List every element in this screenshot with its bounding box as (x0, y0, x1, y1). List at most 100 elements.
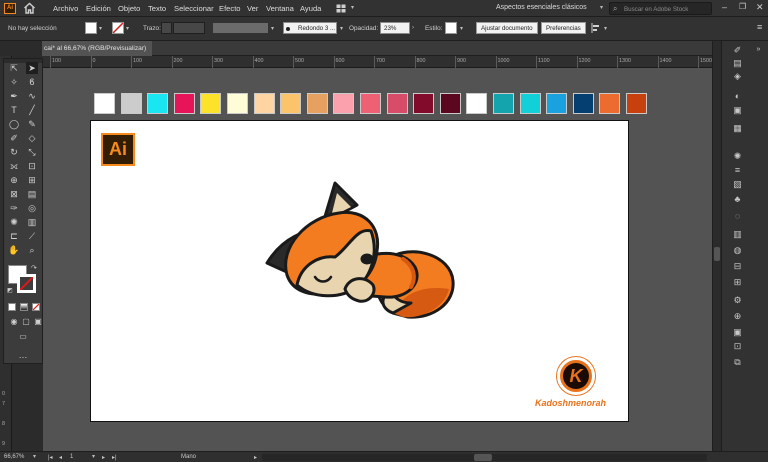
app-logo[interactable]: Ai (4, 3, 16, 14)
stroke-weight-stepper[interactable] (161, 22, 172, 34)
scale-tool-icon[interactable]: ⤡ (26, 146, 38, 158)
hand-tool-icon[interactable]: ✋ (8, 244, 20, 256)
line-tool-icon[interactable]: ╱ (26, 104, 38, 116)
draw-inside-icon[interactable]: ▣ (32, 316, 44, 328)
profile-chevron-icon[interactable]: ▾ (271, 25, 274, 32)
stroke-weight-field[interactable] (173, 22, 205, 34)
preferences-button[interactable]: Preferencias (541, 22, 586, 34)
color-swatch[interactable] (147, 93, 169, 114)
variable-width-profile[interactable] (213, 23, 268, 33)
menu-ayuda[interactable]: Ayuda (300, 4, 321, 13)
gradient-mode-button[interactable] (20, 303, 28, 311)
libraries-panel-icon[interactable]: ▤ (731, 58, 744, 69)
color-swatch[interactable] (94, 93, 115, 114)
arrange-documents-icon[interactable] (336, 4, 346, 13)
menu-texto[interactable]: Texto (148, 4, 166, 13)
workspace-switcher[interactable]: Aspectos esenciales clásicos (496, 4, 587, 11)
menu-efecto[interactable]: Efecto (219, 4, 241, 13)
zoom-level[interactable]: 66,67% (4, 454, 24, 460)
color-swatch[interactable] (439, 93, 461, 114)
align-chevron-icon[interactable]: ▾ (604, 25, 607, 32)
opacity-chevron-icon[interactable]: › (412, 25, 414, 31)
color-swatch[interactable] (173, 93, 195, 114)
pen-tool-icon[interactable]: ✒ (8, 90, 20, 102)
color-swatch[interactable] (227, 93, 248, 114)
horizontal-ruler[interactable]: 100 0 100 200 300 400 500 600 700 800 900 1000 1100 1… (42, 56, 712, 68)
shaper-tool-icon[interactable]: ✐ (8, 132, 20, 144)
stroke-none-swatch[interactable] (112, 22, 124, 34)
opacity-field[interactable]: 23% (380, 22, 410, 34)
zoom-tool-icon[interactable]: ⌕ (26, 244, 38, 256)
color-panel-icon[interactable]: ◐ (731, 91, 744, 102)
menu-ver[interactable]: Ver (247, 4, 258, 13)
menu-seleccionar[interactable]: Seleccionar (174, 4, 214, 13)
lasso-tool-icon[interactable]: ϐ (26, 76, 38, 88)
width-tool-icon[interactable]: ⟗ (8, 160, 20, 172)
next-artboard-button[interactable]: ▸ (102, 454, 105, 461)
eraser-tool-icon[interactable]: ◇ (26, 132, 38, 144)
status-menu-arrow[interactable]: ▸ (254, 454, 257, 461)
appearance-panel-icon[interactable]: ◍ (731, 245, 744, 256)
character-panel-icon[interactable]: ⊕ (731, 311, 744, 322)
symbols-panel-icon[interactable]: ♣ (731, 194, 744, 205)
color-swatch[interactable] (360, 93, 381, 114)
artboard[interactable]: Ai K Kadoshmenorah (90, 120, 629, 422)
menu-ventana[interactable]: Ventana (266, 4, 294, 13)
menu-edicion[interactable]: Edición (86, 4, 111, 13)
mesh-tool-icon[interactable]: ⊠ (8, 188, 20, 200)
graphic-styles-panel-icon[interactable]: ▥ (731, 229, 744, 240)
brush-definition[interactable]: Redondo 3 ... (283, 22, 337, 34)
brushes-panel-icon[interactable]: ✺ (731, 151, 744, 162)
curvature-tool-icon[interactable]: ∿ (26, 90, 38, 102)
selection-tool-icon[interactable]: ➤ (26, 62, 38, 74)
close-button[interactable]: ✕ (756, 2, 764, 13)
h-scroll-thumb[interactable] (474, 454, 492, 461)
menu-objeto[interactable]: Objeto (118, 4, 140, 13)
swap-fill-stroke-icon[interactable]: ↷ (31, 264, 37, 272)
scroll-thumb[interactable] (714, 247, 720, 261)
chevron-down-icon[interactable]: ▾ (351, 4, 354, 11)
horizontal-scrollbar[interactable] (262, 454, 707, 461)
first-artboard-button[interactable]: |◂ (48, 454, 53, 461)
color-swatch[interactable] (599, 93, 621, 114)
screen-mode-icon[interactable]: ▭ (17, 331, 29, 343)
stock-search-field[interactable]: ⌕ Buscar en Adobe Stock (609, 2, 712, 15)
color-swatch[interactable] (546, 93, 568, 114)
color-swatch[interactable] (120, 93, 142, 114)
color-guide-icon[interactable]: ▣ (731, 105, 744, 116)
workspace-chevron-icon[interactable]: ▾ (600, 4, 603, 11)
edit-toolbar-icon[interactable]: … (17, 349, 29, 361)
swatches-panel-icon[interactable]: ▦ (731, 123, 744, 134)
default-fill-stroke-icon[interactable]: ◩ (7, 287, 13, 294)
zoom-chevron-icon[interactable]: ▾ (33, 453, 36, 460)
artboards-panel-icon[interactable]: ⧉ (731, 357, 744, 368)
draw-behind-icon[interactable]: ▢ (20, 316, 32, 328)
color-swatch[interactable] (306, 93, 328, 114)
vertical-scrollbar[interactable] (712, 41, 721, 451)
pathfinder-panel-icon[interactable]: ⊞ (731, 277, 744, 288)
align-panel-icon[interactable]: ⊟ (731, 261, 744, 272)
fill-swatch[interactable] (85, 22, 97, 34)
ellipse-tool-icon[interactable]: ◯ (8, 118, 20, 130)
shape-builder-tool-icon[interactable]: ⊕ (8, 174, 20, 186)
stroke-panel-icon[interactable]: ≡ (731, 165, 744, 176)
artboard-chevron-icon[interactable]: ▾ (92, 453, 95, 460)
color-swatch[interactable] (626, 93, 647, 114)
paintbrush-tool-icon[interactable]: ✎ (26, 118, 38, 130)
transparency-panel-icon[interactable]: ◌ (731, 211, 744, 222)
draw-mode-icon[interactable]: ◉ (8, 316, 20, 328)
color-swatch[interactable] (280, 93, 302, 114)
fit-document-button[interactable]: Ajustar documento (476, 22, 538, 34)
color-swatch[interactable] (572, 93, 594, 114)
style-swatch[interactable] (445, 22, 457, 34)
restore-button[interactable]: ❐ (739, 2, 746, 11)
free-transform-tool-icon[interactable]: ⊡ (26, 160, 38, 172)
artboard-number[interactable]: 1 (70, 454, 73, 460)
artboard-tool-icon[interactable]: ⊏ (8, 230, 20, 242)
color-swatch[interactable] (519, 93, 541, 114)
transform-panel-icon[interactable]: ⚙ (731, 295, 744, 306)
magic-wand-tool-icon[interactable]: ✧ (8, 76, 20, 88)
none-mode-button[interactable] (32, 303, 40, 311)
properties-panel-icon[interactable]: ✐ (731, 45, 744, 56)
gradient-tool-icon[interactable]: ▤ (26, 188, 38, 200)
